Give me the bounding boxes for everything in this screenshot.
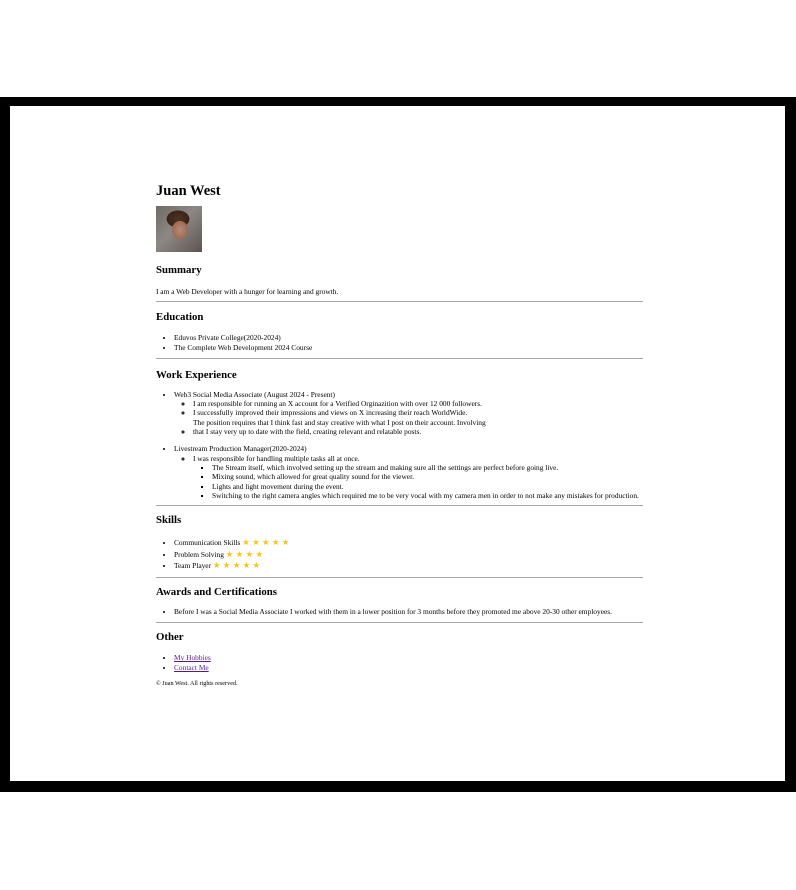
education-item: Eduvos Private College(2020-2024) [174, 333, 643, 342]
other-links: My Hobbies Contact Me [156, 653, 643, 672]
divider [156, 576, 643, 578]
task-item: Switching to the right camera angles whi… [212, 491, 643, 500]
skills-section: Skills Communication Skills ★★★★★ Proble… [156, 514, 643, 572]
other-link-item: My Hobbies [174, 653, 643, 662]
page-title: Juan West [156, 183, 221, 199]
star-rating: ★★★★★ [212, 560, 263, 571]
divider [156, 505, 643, 507]
education-item: The Complete Web Development 2024 Course [174, 343, 643, 352]
summary-heading: Summary [156, 264, 202, 276]
skills-list: Communication Skills ★★★★★ Problem Solvi… [156, 537, 643, 572]
task-item: Mixing sound, which allowed for great qu… [212, 472, 643, 481]
task-list: The Stream itself, which involved settin… [193, 463, 643, 500]
divider [156, 301, 643, 303]
star-rating: ★★★★ [225, 548, 266, 559]
skill-label: Communication Skills [174, 538, 241, 548]
education-heading: Education [156, 311, 204, 324]
task-item: The Stream itself, which involved settin… [212, 463, 643, 472]
duty-text: The position requires that I think fast … [193, 417, 486, 437]
profile-photo [156, 206, 202, 252]
skill-item: Team Player ★★★★★ [174, 560, 643, 572]
award-item: Before I was a Social Media Associate I … [174, 607, 643, 616]
divider [156, 622, 643, 624]
hobbies-link[interactable]: My Hobbies [174, 653, 211, 662]
duty-text: I was responsible for handling multiple … [193, 453, 360, 463]
duty-list: I was responsible for handling multiple … [174, 454, 643, 500]
skill-item: Communication Skills ★★★★★ [174, 537, 643, 549]
other-section: Other My Hobbies Contact Me [156, 631, 643, 672]
summary-text: I am a Web Developer with a hunger for l… [156, 287, 339, 296]
divider [156, 357, 643, 359]
duty-item: I was responsible for handling multiple … [193, 454, 643, 500]
other-link-item: Contact Me [174, 663, 643, 672]
job-item: Web3 Social Media Associate (August 2024… [174, 390, 643, 436]
job-item: Livestream Production Manager(2020-2024)… [174, 444, 643, 500]
skill-label: Team Player [174, 561, 212, 571]
job-list: Web3 Social Media Associate (August 2024… [156, 390, 643, 500]
duty-list: I am responsible for running an X accoun… [174, 399, 643, 436]
education-list: Eduvos Private College(2020-2024) The Co… [156, 333, 643, 352]
skills-heading: Skills [156, 514, 182, 527]
contact-link[interactable]: Contact Me [174, 663, 209, 672]
job-title: Livestream Production Manager(2020-2024) [174, 444, 307, 454]
work-section: Work Experience Web3 Social Media Associ… [156, 369, 643, 500]
task-item: Lights and light movement during the eve… [212, 482, 643, 491]
duty-item: The position requires that I think fast … [193, 418, 643, 437]
footer-copyright: © Juan West. All rights reserved. [156, 679, 238, 687]
work-heading: Work Experience [156, 368, 237, 381]
resume-content: Juan West Summary I am a Web Developer w… [156, 182, 643, 688]
awards-list: Before I was a Social Media Associate I … [156, 607, 643, 616]
education-section: Education Eduvos Private College(2020-20… [156, 311, 643, 352]
other-heading: Other [156, 631, 184, 644]
skill-label: Problem Solving [174, 549, 224, 559]
job-title: Web3 Social Media Associate (August 2024… [174, 389, 335, 399]
duty-item: I am responsible for running an X accoun… [193, 399, 643, 408]
awards-heading: Awards and Certifications [156, 585, 277, 598]
star-rating: ★★★★★ [242, 537, 292, 548]
skill-item: Problem Solving ★★★★ [174, 549, 643, 561]
summary-section: Summary I am a Web Developer with a hung… [156, 264, 643, 296]
duty-item: I successfully improved their impression… [193, 408, 643, 417]
awards-section: Awards and Certifications Before I was a… [156, 586, 643, 616]
page-canvas: Juan West Summary I am a Web Developer w… [10, 106, 785, 781]
